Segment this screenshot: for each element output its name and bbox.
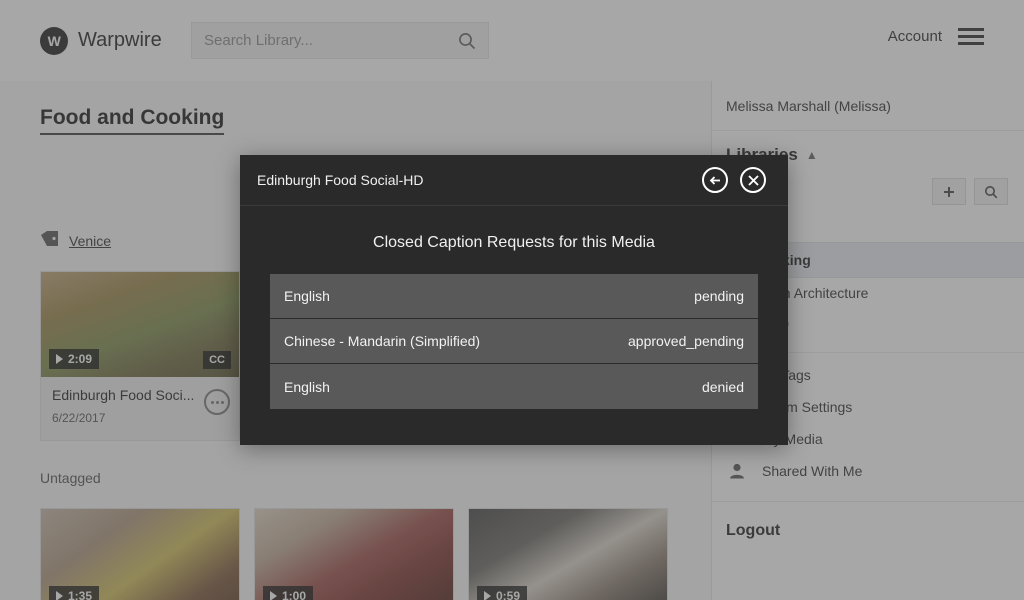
caption-status: denied [701, 378, 744, 395]
caption-request-row[interactable]: English denied [270, 364, 758, 409]
close-circle-icon[interactable] [740, 167, 766, 193]
caption-request-row[interactable]: Chinese - Mandarin (Simplified) approved… [270, 319, 758, 364]
caption-status: approved_pending [628, 333, 744, 349]
modal-actions [702, 167, 766, 193]
caption-language: English [284, 288, 330, 304]
caption-language: Chinese - Mandarin (Simplified) [284, 333, 481, 349]
modal-header: Edinburgh Food Social-HD [240, 155, 788, 206]
caption-status: pending [694, 288, 744, 304]
caption-request-list: English pending Chinese - Mandarin (Simp… [270, 274, 758, 409]
back-arrow-circle-icon[interactable] [702, 167, 728, 193]
modal-title: Edinburgh Food Social-HD [257, 172, 424, 188]
app-root: W Warpwire Account Food and Cooking [0, 0, 1024, 600]
caption-language: English [284, 378, 330, 395]
caption-request-row[interactable]: English pending [270, 274, 758, 319]
caption-requests-modal: Edinburgh Food Social-HD Closed Caption … [240, 155, 788, 445]
modal-subtitle: Closed Caption Requests for this Media [373, 234, 655, 251]
